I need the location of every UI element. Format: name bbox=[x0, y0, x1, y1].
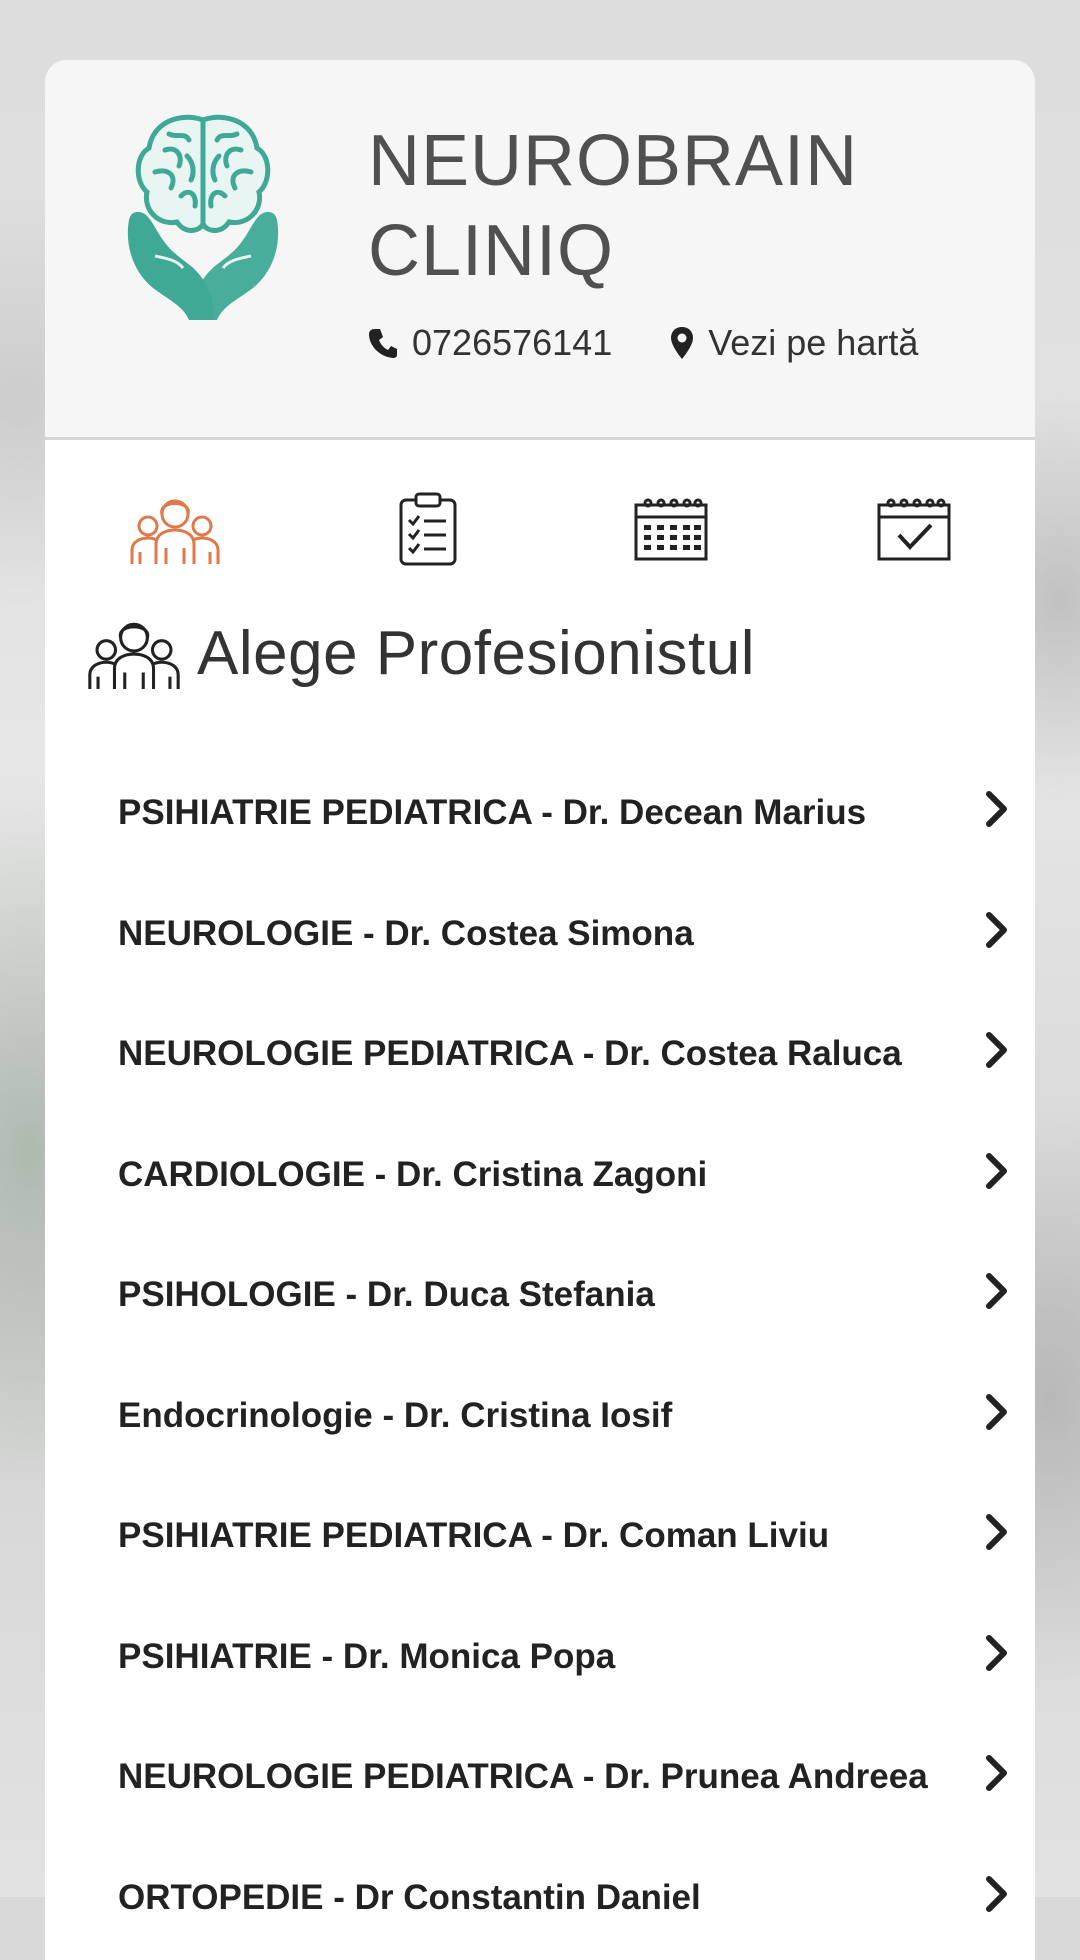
professionals-icon bbox=[85, 615, 183, 691]
map-link-label: Vezi pe hartă bbox=[708, 322, 918, 364]
phone-number: 0726576141 bbox=[412, 322, 612, 364]
chevron-right-icon bbox=[984, 1392, 1010, 1432]
booking-card: NEUROBRAIN CLINIQ 0726576141 Vezi pe har… bbox=[45, 60, 1035, 1960]
chevron-right-icon bbox=[984, 1753, 1010, 1793]
list-item[interactable]: Endocrinologie - Dr. Cristina Iosif bbox=[118, 1396, 1018, 1517]
chevron-right-icon bbox=[984, 1151, 1010, 1191]
phone-link[interactable]: 0726576141 bbox=[368, 322, 612, 364]
professional-label: Endocrinologie - Dr. Cristina Iosif bbox=[118, 1396, 672, 1436]
chevron-right-icon bbox=[984, 789, 1010, 829]
professional-label: PSIHOLOGIE - Dr. Duca Stefania bbox=[118, 1275, 655, 1315]
section-title: Alege Profesionistul bbox=[85, 615, 755, 691]
section-title-text: Alege Profesionistul bbox=[197, 618, 755, 689]
chevron-right-icon bbox=[984, 1030, 1010, 1070]
professionals-list: PSIHIATRIE PEDIATRICA - Dr. Decean Mariu… bbox=[118, 793, 1018, 1960]
phone-icon bbox=[368, 327, 398, 359]
chevron-right-icon bbox=[984, 1271, 1010, 1311]
professionals-icon bbox=[128, 492, 222, 566]
list-item[interactable]: NEUROLOGIE - Dr. Costea Simona bbox=[118, 914, 1018, 1035]
professional-label: PSIHIATRIE PEDIATRICA - Dr. Decean Mariu… bbox=[118, 793, 866, 833]
contact-bar: 0726576141 Vezi pe hartă bbox=[368, 322, 918, 364]
chevron-right-icon bbox=[984, 1874, 1010, 1914]
chevron-right-icon bbox=[984, 910, 1010, 950]
list-item[interactable]: PSIHIATRIE - Dr. Monica Popa bbox=[118, 1637, 1018, 1758]
chevron-right-icon bbox=[984, 1512, 1010, 1552]
professional-label: NEUROLOGIE PEDIATRICA - Dr. Prunea Andre… bbox=[118, 1757, 928, 1797]
list-item[interactable]: NEUROLOGIE PEDIATRICA - Dr. Costea Raluc… bbox=[118, 1034, 1018, 1155]
brain-hands-logo-icon bbox=[125, 110, 281, 320]
professional-label: NEUROLOGIE - Dr. Costea Simona bbox=[118, 914, 694, 954]
clinic-header: NEUROBRAIN CLINIQ 0726576141 Vezi pe har… bbox=[45, 60, 1035, 440]
professional-label: PSIHIATRIE PEDIATRICA - Dr. Coman Liviu bbox=[118, 1516, 829, 1556]
tab-services[interactable] bbox=[378, 488, 478, 570]
map-link[interactable]: Vezi pe hartă bbox=[670, 322, 918, 364]
list-item[interactable]: CARDIOLOGIE - Dr. Cristina Zagoni bbox=[118, 1155, 1018, 1276]
map-pin-icon bbox=[670, 326, 694, 360]
chevron-right-icon bbox=[984, 1633, 1010, 1673]
clipboard-checklist-icon bbox=[398, 492, 458, 566]
booking-steps-tabs bbox=[45, 440, 1035, 580]
tab-professionals[interactable] bbox=[125, 488, 225, 570]
professional-label: ORTOPEDIE - Dr Constantin Daniel bbox=[118, 1878, 701, 1918]
calendar-check-icon bbox=[877, 497, 951, 561]
tab-confirm[interactable] bbox=[864, 488, 964, 570]
list-item[interactable]: PSIHIATRIE PEDIATRICA - Dr. Coman Liviu bbox=[118, 1516, 1018, 1637]
clinic-name: NEUROBRAIN CLINIQ bbox=[368, 116, 1008, 296]
professional-label: NEUROLOGIE PEDIATRICA - Dr. Costea Raluc… bbox=[118, 1034, 902, 1074]
list-item[interactable]: PSIHIATRIE PEDIATRICA - Dr. Decean Mariu… bbox=[118, 793, 1018, 914]
list-item[interactable]: PSIHOLOGIE - Dr. Duca Stefania bbox=[118, 1275, 1018, 1396]
list-item[interactable]: NEUROLOGIE PEDIATRICA - Dr. Prunea Andre… bbox=[118, 1757, 1018, 1878]
professional-label: CARDIOLOGIE - Dr. Cristina Zagoni bbox=[118, 1155, 707, 1195]
list-item[interactable]: ORTOPEDIE - Dr Constantin Daniel bbox=[118, 1878, 1018, 1960]
tab-calendar[interactable] bbox=[621, 488, 721, 570]
calendar-icon bbox=[634, 497, 708, 561]
professional-label: PSIHIATRIE - Dr. Monica Popa bbox=[118, 1637, 615, 1677]
